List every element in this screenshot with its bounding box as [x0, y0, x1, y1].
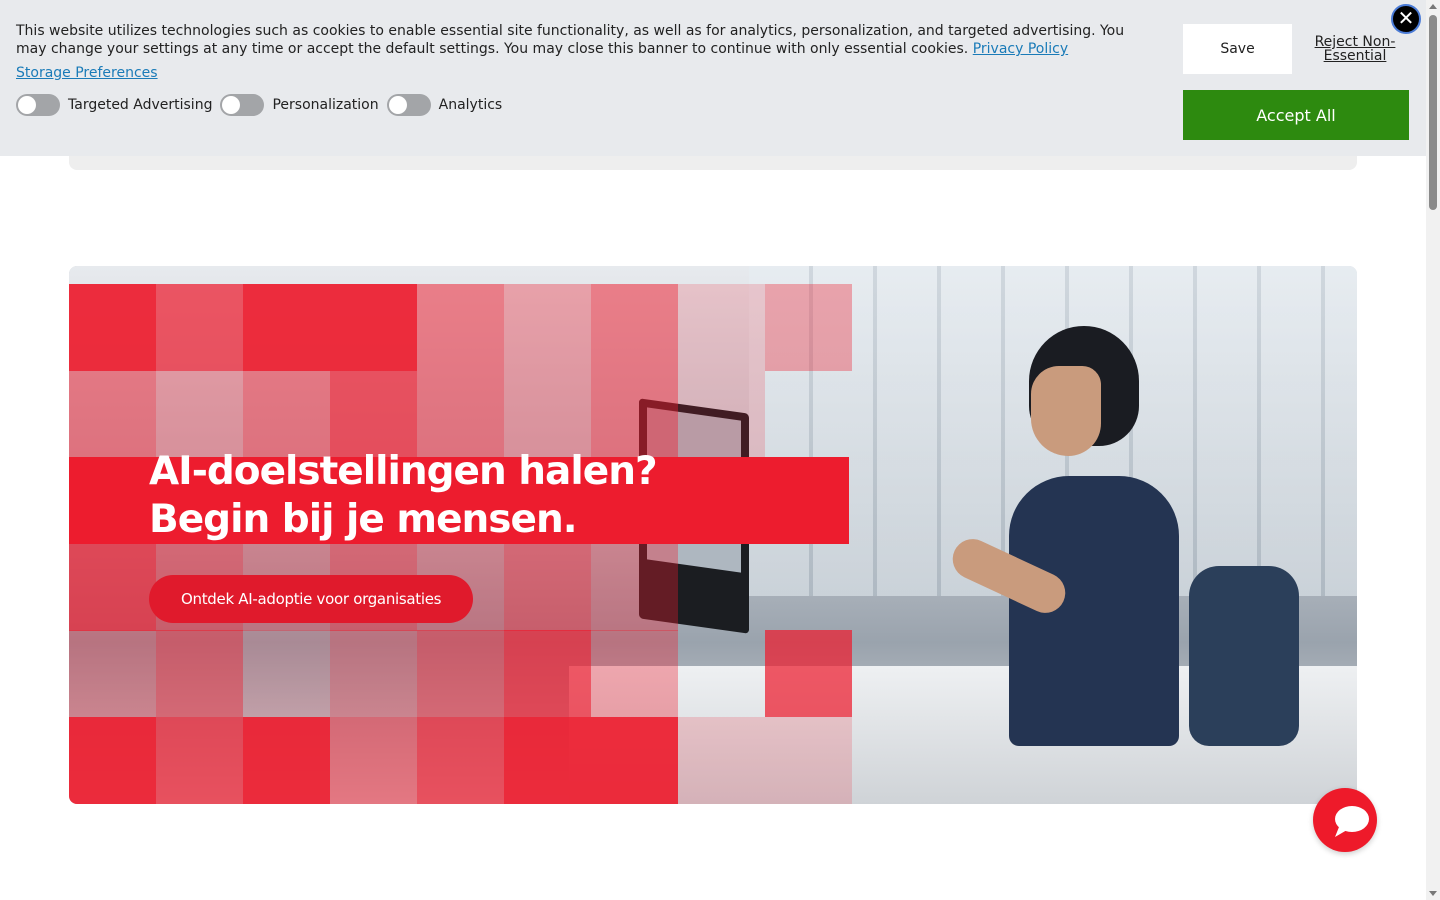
personalization-label: Personalization: [272, 97, 379, 113]
scroll-down-arrow-icon[interactable]: [1429, 891, 1437, 896]
cookie-banner: This website utilizes technologies such …: [0, 0, 1426, 156]
reject-non-essential-button[interactable]: Reject Non-Essential: [1300, 34, 1410, 64]
cookie-description: This website utilizes technologies such …: [16, 23, 1125, 57]
close-banner-button[interactable]: ✕: [1391, 4, 1421, 34]
hero-cta-button[interactable]: Ontdek AI-adoptie voor organisaties: [149, 575, 474, 623]
storage-preferences-link[interactable]: Storage Preferences: [16, 65, 158, 81]
targeted-advertising-label: Targeted Advertising: [68, 97, 213, 113]
personalization-toggle[interactable]: [220, 94, 265, 116]
hero-title-line-1: AI-doelstellingen halen?: [149, 449, 658, 494]
analytics-toggle[interactable]: [386, 94, 431, 116]
accept-all-button[interactable]: Accept All: [1183, 90, 1409, 140]
save-button[interactable]: Save: [1183, 24, 1292, 74]
cookie-banner-text: This website utilizes technologies such …: [16, 22, 1136, 58]
consent-toggles: Targeted Advertising Personalization Ana…: [16, 94, 502, 116]
scroll-up-arrow-icon[interactable]: [1429, 4, 1437, 9]
privacy-policy-link[interactable]: Privacy Policy: [973, 41, 1068, 57]
hero-title: AI-doelstellingen halen? Begin bij je me…: [149, 448, 789, 544]
analytics-label: Analytics: [438, 97, 503, 113]
chat-bubble-icon: [1335, 806, 1369, 837]
chat-button[interactable]: [1313, 788, 1377, 852]
hero-title-line-2: Begin bij je mensen.: [149, 497, 578, 542]
targeted-advertising-toggle[interactable]: [16, 94, 60, 116]
scroll-thumb[interactable]: [1429, 15, 1437, 210]
hero-banner: AI-doelstellingen halen? Begin bij je me…: [69, 266, 1357, 804]
page-scrollbar[interactable]: [1426, 0, 1440, 900]
close-icon: ✕: [1397, 8, 1415, 30]
